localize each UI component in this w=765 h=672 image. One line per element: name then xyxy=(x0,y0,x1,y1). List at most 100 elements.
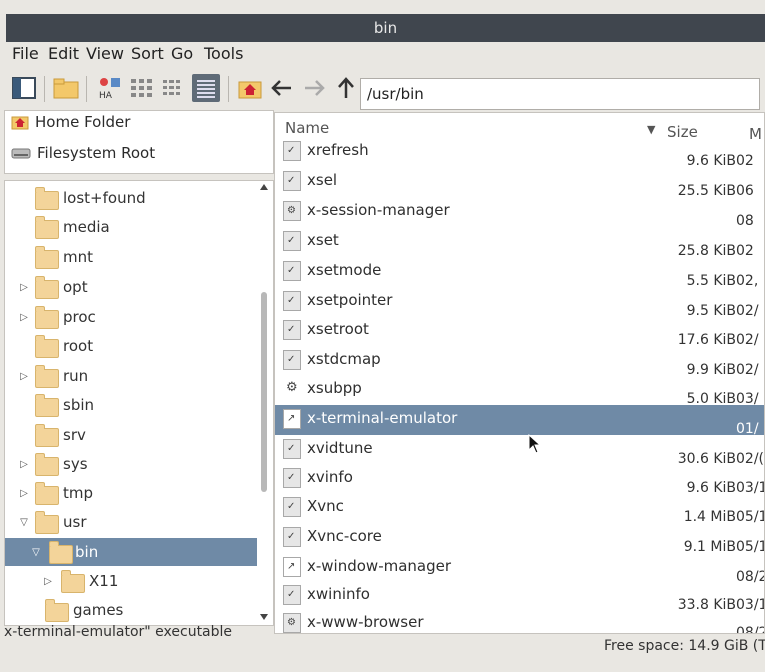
tree-label: srv xyxy=(63,426,86,444)
status-free-space: Free space: 14.9 GiB (To xyxy=(604,638,765,654)
tree-expander[interactable]: ▷ xyxy=(19,371,29,382)
exec-file-icon: ✓ xyxy=(283,291,301,311)
gear-script-icon: ⚙ xyxy=(283,379,301,399)
file-name: xstdcmap xyxy=(307,350,381,368)
file-row[interactable]: ✓ xsetmode 5.5 KiB 02, xyxy=(275,257,764,289)
file-name: Xvnc xyxy=(307,497,344,515)
exec-file-icon: ✓ xyxy=(283,231,301,251)
directory-tree: lost+found media mnt ▷ opt ▷ proc root ▷… xyxy=(4,180,274,626)
place-filesystem-root[interactable]: Filesystem Root xyxy=(11,144,155,162)
exec-file-icon: ✓ xyxy=(283,320,301,340)
file-row[interactable]: ✓ xwininfo 33.8 KiB 03/1 xyxy=(275,581,764,613)
tree-item-opt[interactable]: ▷ opt xyxy=(5,273,257,301)
menu-bar: File Edit View Sort Go Tools xyxy=(6,42,765,68)
tree-expander[interactable]: ▽ xyxy=(19,517,29,528)
file-row[interactable]: ✓ xvinfo 9.6 KiB 03/1 xyxy=(275,464,764,496)
tree-item-sys[interactable]: ▷ sys xyxy=(5,450,257,478)
tree-label: tmp xyxy=(63,484,94,502)
menu-sort[interactable]: Sort xyxy=(131,44,164,63)
tree-item-mnt[interactable]: mnt xyxy=(5,243,257,271)
tree-item-proc[interactable]: ▷ proc xyxy=(5,303,257,331)
folder-icon xyxy=(35,276,59,299)
menu-view[interactable]: View xyxy=(86,44,124,63)
place-home-folder[interactable]: Home Folder xyxy=(11,113,130,131)
folder-icon xyxy=(35,335,59,358)
tree-label: games xyxy=(73,601,124,619)
file-row[interactable]: ✓ xsetroot 17.6 KiB 02/ xyxy=(275,316,764,348)
file-name: Xvnc-core xyxy=(307,527,382,545)
file-name: xvidtune xyxy=(307,439,373,457)
tree-item-tmp[interactable]: ▷ tmp xyxy=(5,479,257,507)
icon-view-icon[interactable]: HA xyxy=(96,74,124,102)
file-row[interactable]: ⚙ x-www-browser 08/2 xyxy=(275,609,764,634)
folder-icon xyxy=(35,216,59,239)
symlink-icon: ↗ xyxy=(283,409,301,429)
symlink-gear-icon: ⚙ xyxy=(283,201,301,221)
tree-expander[interactable]: ▷ xyxy=(19,282,29,293)
file-name: x-session-manager xyxy=(307,201,450,219)
file-row[interactable]: ✓ Xvnc 1.4 MiB 05/1 xyxy=(275,493,764,525)
location-input[interactable]: /usr/bin xyxy=(360,78,760,110)
file-row[interactable]: ⚙ xsubpp 5.0 KiB 03/ xyxy=(275,375,764,407)
tree-item-srv[interactable]: srv xyxy=(5,421,257,449)
tree-item-run[interactable]: ▷ run xyxy=(5,362,257,390)
file-name: xvinfo xyxy=(307,468,353,486)
tree-item-sbin[interactable]: sbin xyxy=(5,391,257,419)
menu-file[interactable]: File xyxy=(12,44,39,63)
tree-item-usr[interactable]: ▽ usr xyxy=(5,508,257,536)
file-name: xset xyxy=(307,231,339,249)
place-label: Filesystem Root xyxy=(37,144,156,162)
tree-expander[interactable]: ▷ xyxy=(43,576,53,587)
tree-expander[interactable]: ▷ xyxy=(19,459,29,470)
tree-item-media[interactable]: media xyxy=(5,213,257,241)
sidebar-toggle-icon[interactable] xyxy=(10,74,38,102)
menu-go[interactable]: Go xyxy=(171,44,193,63)
mouse-cursor-icon xyxy=(528,434,542,454)
tree-item-bin[interactable]: ▽ bin xyxy=(5,538,257,566)
folder-icon xyxy=(35,424,59,447)
back-arrow-icon[interactable] xyxy=(268,74,296,102)
tree-item-x11[interactable]: ▷ X11 xyxy=(5,567,257,595)
home-icon xyxy=(11,116,29,130)
tree-label: opt xyxy=(63,278,88,296)
file-name: xsel xyxy=(307,171,338,189)
file-modified: 08/2 xyxy=(736,625,764,634)
tree-expander[interactable]: ▷ xyxy=(19,312,29,323)
compact-view-icon[interactable] xyxy=(160,74,188,102)
exec-file-icon: ✓ xyxy=(283,468,301,488)
up-arrow-icon[interactable] xyxy=(332,74,360,102)
file-row[interactable]: ✓ xstdcmap 9.9 KiB 02/ xyxy=(275,346,764,378)
tree-item-games[interactable]: games xyxy=(5,596,257,624)
file-row[interactable]: ↗ x-window-manager 08/2 xyxy=(275,553,764,585)
file-row[interactable]: ✓ Xvnc-core 9.1 MiB 05/1 xyxy=(275,523,764,555)
file-row[interactable]: ✓ xsel 25.5 KiB 06 xyxy=(275,167,764,199)
folder-icon xyxy=(45,599,69,622)
folder-icon xyxy=(35,511,59,534)
file-row[interactable]: ⚙ x-session-manager 08 xyxy=(275,197,764,229)
file-row[interactable]: ✓ xrefresh 9.6 KiB 02 xyxy=(275,137,764,169)
tree-label: lost+found xyxy=(63,189,146,207)
home-icon[interactable] xyxy=(236,74,264,102)
tree-expander[interactable]: ▽ xyxy=(31,547,41,558)
tree-item-lost-found[interactable]: lost+found xyxy=(5,184,257,212)
file-row[interactable]: ✓ xvidtune 30.6 KiB 02/( xyxy=(275,435,764,467)
menu-tools[interactable]: Tools xyxy=(204,44,243,63)
column-header-name[interactable]: Name xyxy=(285,119,329,137)
tree-label: run xyxy=(63,367,89,385)
thumbnail-view-icon[interactable] xyxy=(128,74,156,102)
tree-item-root[interactable]: root xyxy=(5,332,257,360)
new-folder-icon[interactable] xyxy=(52,74,80,102)
tree-expander[interactable]: ▷ xyxy=(19,488,29,499)
file-name: xwininfo xyxy=(307,585,370,603)
file-row-selected[interactable]: ↗ x-terminal-emulator 01/ xyxy=(275,405,764,437)
tree-scrollbar[interactable] xyxy=(258,182,270,622)
sort-descending-icon[interactable]: ▼ xyxy=(647,123,655,136)
menu-edit[interactable]: Edit xyxy=(48,44,79,63)
file-row[interactable]: ✓ xset 25.8 KiB 02 xyxy=(275,227,764,259)
forward-arrow-icon[interactable] xyxy=(300,74,328,102)
detailed-list-view-icon[interactable] xyxy=(192,74,220,102)
window-titlebar[interactable]: bin xyxy=(6,14,765,42)
folder-icon xyxy=(35,187,59,210)
file-row[interactable]: ✓ xsetpointer 9.5 KiB 02/ xyxy=(275,287,764,319)
tree-label: sys xyxy=(63,455,88,473)
